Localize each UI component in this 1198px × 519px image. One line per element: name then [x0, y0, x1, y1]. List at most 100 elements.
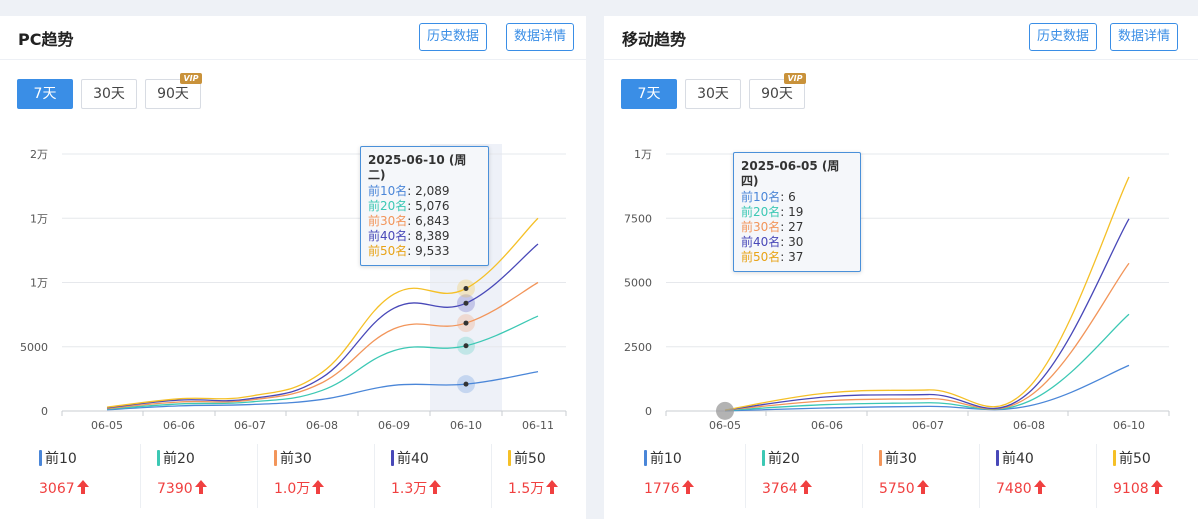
- tooltip-label: 前30名: [741, 220, 781, 234]
- tooltip-label: 前40名: [368, 229, 408, 243]
- series-color-marker: [879, 450, 882, 466]
- mobile-trend-panel: 移动趋势 历史数据 数据详情 7天 30天 90天 VIP 0 2500 5000 75…: [604, 16, 1198, 519]
- series-color-marker: [996, 450, 999, 466]
- range-90-days-button[interactable]: 90天 VIP: [145, 73, 202, 109]
- legend-value: 1.0万: [274, 479, 325, 498]
- tooltip-value: 6,843: [415, 214, 450, 228]
- tooltip-value: 2,089: [415, 184, 450, 198]
- legend-value: 1.3万: [391, 479, 442, 498]
- x-tick-label: 06-09: [378, 419, 410, 432]
- series-color-marker: [391, 450, 394, 466]
- series-color-marker: [1113, 450, 1116, 466]
- tooltip-label: 前50名: [741, 250, 781, 264]
- tooltip-date: 2025-06-10 (周二): [368, 153, 467, 182]
- legend-item-top40[interactable]: 前40 1.3万: [374, 444, 491, 508]
- history-data-button[interactable]: 历史数据: [418, 23, 487, 51]
- tooltip-value: 9,533: [415, 244, 450, 258]
- tooltip-value: 6: [788, 190, 796, 204]
- tooltip-row: 前30名: 27: [741, 220, 804, 234]
- tooltip-value: 27: [788, 220, 804, 234]
- legend-item-top50[interactable]: 前50 9108: [1096, 444, 1196, 508]
- legend-value: 7480: [996, 479, 1046, 498]
- y-tick-label: 5000: [20, 341, 48, 354]
- value-text: 3764: [762, 481, 798, 497]
- value-text: 5750: [879, 481, 915, 497]
- tooltip-row: 前20名: 5,076: [368, 199, 450, 213]
- legend-label: 前50: [514, 451, 546, 467]
- value-text: 1.5万: [508, 481, 545, 497]
- up-arrow-icon: [194, 480, 207, 494]
- legend-value: 3067: [39, 479, 89, 498]
- legend-item-top20[interactable]: 前20 3764: [745, 444, 862, 508]
- data-point: [463, 320, 469, 326]
- pc-trend-panel: PC趋势 历史数据 数据详情 7天 30天 90天 VIP 0 5000 1万 1万 2万…: [0, 16, 586, 519]
- legend-value: 5750: [879, 479, 929, 498]
- legend-label: 前10: [45, 451, 77, 467]
- mobile-line-chart[interactable]: 0 2500 5000 7500 1万 06-05 06-06 06-07 06-08 06-10: [604, 126, 1198, 436]
- legend-item-top30[interactable]: 前30 5750: [862, 444, 979, 508]
- legend-label: 前40: [1002, 451, 1034, 467]
- series-color-marker: [762, 450, 765, 466]
- history-data-button[interactable]: 历史数据: [1028, 23, 1097, 51]
- legend-item-top20[interactable]: 前20 7390: [140, 444, 257, 508]
- x-tick-label: 06-05: [91, 419, 123, 432]
- legend-label: 前30: [280, 451, 312, 467]
- series-summary: 前10 3067 前20 7390 前30 1.0万 前40 1.3万 前50 …: [0, 444, 586, 508]
- chart-tooltip: 2025-06-10 (周二) 前10名: 2,089 前20名: 5,076 …: [360, 146, 489, 266]
- up-arrow-icon: [546, 480, 559, 494]
- value-text: 1.3万: [391, 481, 428, 497]
- tooltip-label: 前50名: [368, 244, 408, 258]
- pc-line-chart[interactable]: 0 5000 1万 1万 2万 06-05 06-06 06-07 06-08 06-09 06-1…: [0, 126, 586, 436]
- legend-item-top30[interactable]: 前30 1.0万: [257, 444, 374, 508]
- legend-label: 前40: [397, 451, 429, 467]
- tooltip-date: 2025-06-05 (周四): [741, 159, 840, 188]
- y-tick-label: 1万: [30, 277, 48, 290]
- up-arrow-icon: [916, 480, 929, 494]
- up-arrow-icon: [1150, 480, 1163, 494]
- data-detail-button[interactable]: 数据详情: [505, 23, 574, 51]
- vip-badge: VIP: [180, 73, 202, 84]
- range-7-days-button[interactable]: 7天: [17, 79, 73, 109]
- legend-item-top10[interactable]: 前10 1776: [628, 444, 745, 508]
- series-color-marker: [644, 450, 647, 466]
- legend-label: 前20: [768, 451, 800, 467]
- y-tick-label: 2500: [624, 341, 652, 354]
- data-point: [463, 300, 469, 306]
- series-color-marker: [39, 450, 42, 466]
- tooltip-value: 19: [788, 205, 804, 219]
- series-summary: 前10 1776 前20 3764 前30 5750 前40 7480 前50 …: [604, 444, 1198, 508]
- legend-item-top50[interactable]: 前50 1.5万: [491, 444, 586, 508]
- range-90-days-button[interactable]: 90天 VIP: [749, 73, 806, 109]
- x-tick-label: 06-07: [234, 419, 266, 432]
- range-30-days-button[interactable]: 30天: [81, 79, 137, 109]
- panel-divider: [588, 16, 602, 519]
- data-detail-button[interactable]: 数据详情: [1109, 23, 1178, 51]
- y-tick-label: 1万: [30, 212, 48, 225]
- y-tick-label: 7500: [624, 212, 652, 225]
- data-point: [463, 381, 469, 387]
- value-text: 9108: [1113, 481, 1149, 497]
- panel-header: 移动趋势 历史数据 数据详情: [604, 16, 1198, 60]
- legend-item-top40[interactable]: 前40 7480: [979, 444, 1096, 508]
- series-color-marker: [508, 450, 511, 466]
- range-30-days-button[interactable]: 30天: [685, 79, 741, 109]
- tooltip-value: 37: [788, 250, 804, 264]
- legend-label: 前20: [163, 451, 195, 467]
- legend-label: 前30: [885, 451, 917, 467]
- legend-item-top10[interactable]: 前10 3067: [23, 444, 140, 508]
- x-tick-label: 06-06: [811, 419, 843, 432]
- y-tick-label: 5000: [624, 277, 652, 290]
- panel-header: PC趋势 历史数据 数据详情: [0, 16, 586, 60]
- value-text: 7480: [996, 481, 1032, 497]
- tooltip-row: 前10名: 6: [741, 190, 796, 204]
- range-7-days-button[interactable]: 7天: [621, 79, 677, 109]
- vip-badge: VIP: [784, 73, 806, 84]
- legend-value: 3764: [762, 479, 812, 498]
- value-text: 1.0万: [274, 481, 311, 497]
- x-tick-label: 06-10: [1113, 419, 1145, 432]
- chart-tooltip: 2025-06-05 (周四) 前10名: 6 前20名: 19 前30名: 2…: [733, 152, 861, 272]
- up-arrow-icon: [1033, 480, 1046, 494]
- x-tick-label: 06-07: [912, 419, 944, 432]
- x-tick-label: 06-06: [163, 419, 195, 432]
- value-text: 1776: [644, 481, 680, 497]
